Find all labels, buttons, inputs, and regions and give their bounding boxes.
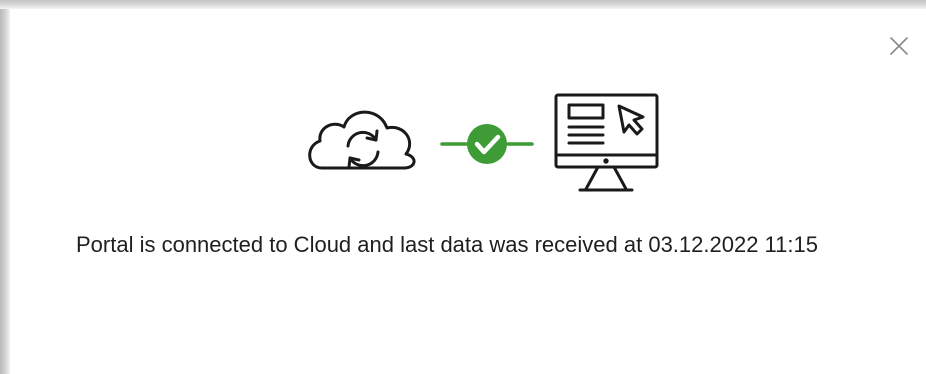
dialog-shadow-top	[0, 0, 926, 9]
close-button[interactable]	[886, 33, 912, 59]
connection-status-message: Portal is connected to Cloud and last da…	[76, 232, 818, 257]
dialog-shadow-left	[0, 0, 10, 374]
close-icon	[890, 37, 908, 55]
connection-status-dialog: Portal is connected to Cloud and last da…	[10, 9, 926, 374]
screen: Portal is connected to Cloud and last da…	[0, 0, 926, 374]
connection-illustration	[304, 84, 664, 196]
monitor-icon	[554, 93, 659, 192]
check-circle-icon	[467, 124, 507, 164]
cloud-sync-icon	[308, 110, 416, 170]
